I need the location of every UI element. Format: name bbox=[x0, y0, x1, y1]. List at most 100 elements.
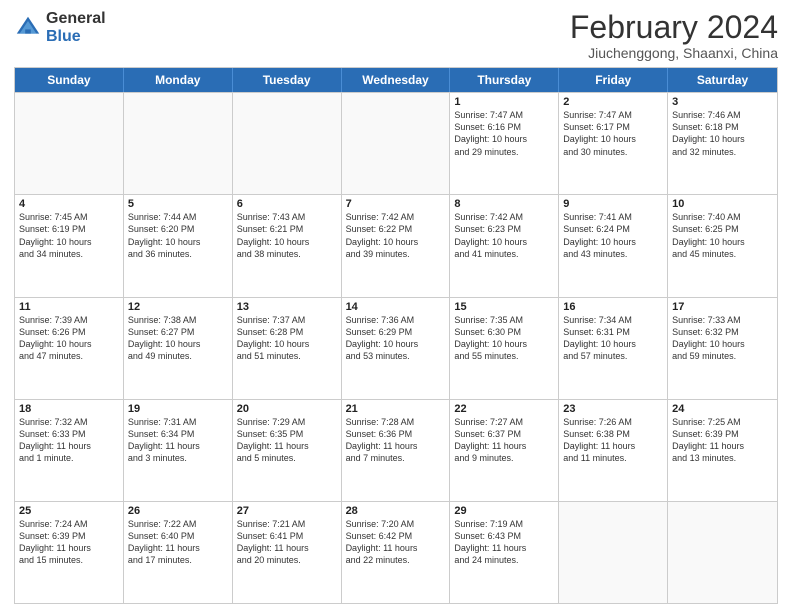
day-header-thursday: Thursday bbox=[450, 68, 559, 92]
cell-info: Sunrise: 7:45 AMSunset: 6:19 PMDaylight:… bbox=[19, 211, 119, 260]
cell-info: Sunrise: 7:47 AMSunset: 6:17 PMDaylight:… bbox=[563, 109, 663, 158]
calendar-cell bbox=[342, 93, 451, 194]
calendar-cell: 19Sunrise: 7:31 AMSunset: 6:34 PMDayligh… bbox=[124, 400, 233, 501]
day-header-tuesday: Tuesday bbox=[233, 68, 342, 92]
cell-info: Sunrise: 7:19 AMSunset: 6:43 PMDaylight:… bbox=[454, 518, 554, 567]
cell-info: Sunrise: 7:39 AMSunset: 6:26 PMDaylight:… bbox=[19, 314, 119, 363]
cell-info: Sunrise: 7:20 AMSunset: 6:42 PMDaylight:… bbox=[346, 518, 446, 567]
page: General Blue February 2024 Jiuchenggong,… bbox=[0, 0, 792, 612]
day-number: 1 bbox=[454, 96, 554, 108]
header: General Blue February 2024 Jiuchenggong,… bbox=[14, 10, 778, 61]
calendar-row-4: 25Sunrise: 7:24 AMSunset: 6:39 PMDayligh… bbox=[15, 501, 777, 603]
calendar-cell bbox=[559, 502, 668, 603]
day-number: 12 bbox=[128, 301, 228, 313]
cell-info: Sunrise: 7:42 AMSunset: 6:23 PMDaylight:… bbox=[454, 211, 554, 260]
day-header-wednesday: Wednesday bbox=[342, 68, 451, 92]
calendar-cell bbox=[124, 93, 233, 194]
calendar-row-1: 4Sunrise: 7:45 AMSunset: 6:19 PMDaylight… bbox=[15, 194, 777, 296]
calendar-cell: 10Sunrise: 7:40 AMSunset: 6:25 PMDayligh… bbox=[668, 195, 777, 296]
day-number: 27 bbox=[237, 505, 337, 517]
calendar: SundayMondayTuesdayWednesdayThursdayFrid… bbox=[14, 67, 778, 604]
cell-info: Sunrise: 7:31 AMSunset: 6:34 PMDaylight:… bbox=[128, 416, 228, 465]
title-block: February 2024 Jiuchenggong, Shaanxi, Chi… bbox=[570, 10, 778, 61]
day-number: 21 bbox=[346, 403, 446, 415]
day-number: 20 bbox=[237, 403, 337, 415]
day-number: 6 bbox=[237, 198, 337, 210]
calendar-cell: 21Sunrise: 7:28 AMSunset: 6:36 PMDayligh… bbox=[342, 400, 451, 501]
calendar-cell: 12Sunrise: 7:38 AMSunset: 6:27 PMDayligh… bbox=[124, 298, 233, 399]
cell-info: Sunrise: 7:21 AMSunset: 6:41 PMDaylight:… bbox=[237, 518, 337, 567]
cell-info: Sunrise: 7:40 AMSunset: 6:25 PMDaylight:… bbox=[672, 211, 773, 260]
cell-info: Sunrise: 7:41 AMSunset: 6:24 PMDaylight:… bbox=[563, 211, 663, 260]
calendar-cell: 20Sunrise: 7:29 AMSunset: 6:35 PMDayligh… bbox=[233, 400, 342, 501]
day-number: 16 bbox=[563, 301, 663, 313]
cell-info: Sunrise: 7:44 AMSunset: 6:20 PMDaylight:… bbox=[128, 211, 228, 260]
day-header-saturday: Saturday bbox=[668, 68, 777, 92]
calendar-cell: 24Sunrise: 7:25 AMSunset: 6:39 PMDayligh… bbox=[668, 400, 777, 501]
day-number: 11 bbox=[19, 301, 119, 313]
day-number: 15 bbox=[454, 301, 554, 313]
cell-info: Sunrise: 7:37 AMSunset: 6:28 PMDaylight:… bbox=[237, 314, 337, 363]
day-number: 22 bbox=[454, 403, 554, 415]
logo-blue-text: Blue bbox=[46, 28, 106, 46]
calendar-cell: 16Sunrise: 7:34 AMSunset: 6:31 PMDayligh… bbox=[559, 298, 668, 399]
calendar-row-3: 18Sunrise: 7:32 AMSunset: 6:33 PMDayligh… bbox=[15, 399, 777, 501]
calendar-cell: 22Sunrise: 7:27 AMSunset: 6:37 PMDayligh… bbox=[450, 400, 559, 501]
day-number: 9 bbox=[563, 198, 663, 210]
calendar-cell: 28Sunrise: 7:20 AMSunset: 6:42 PMDayligh… bbox=[342, 502, 451, 603]
cell-info: Sunrise: 7:32 AMSunset: 6:33 PMDaylight:… bbox=[19, 416, 119, 465]
calendar-cell: 26Sunrise: 7:22 AMSunset: 6:40 PMDayligh… bbox=[124, 502, 233, 603]
cell-info: Sunrise: 7:43 AMSunset: 6:21 PMDaylight:… bbox=[237, 211, 337, 260]
calendar-cell: 2Sunrise: 7:47 AMSunset: 6:17 PMDaylight… bbox=[559, 93, 668, 194]
cell-info: Sunrise: 7:26 AMSunset: 6:38 PMDaylight:… bbox=[563, 416, 663, 465]
calendar-row-2: 11Sunrise: 7:39 AMSunset: 6:26 PMDayligh… bbox=[15, 297, 777, 399]
calendar-cell: 18Sunrise: 7:32 AMSunset: 6:33 PMDayligh… bbox=[15, 400, 124, 501]
calendar-cell: 7Sunrise: 7:42 AMSunset: 6:22 PMDaylight… bbox=[342, 195, 451, 296]
calendar-cell: 1Sunrise: 7:47 AMSunset: 6:16 PMDaylight… bbox=[450, 93, 559, 194]
cell-info: Sunrise: 7:38 AMSunset: 6:27 PMDaylight:… bbox=[128, 314, 228, 363]
calendar-cell: 15Sunrise: 7:35 AMSunset: 6:30 PMDayligh… bbox=[450, 298, 559, 399]
calendar-cell: 3Sunrise: 7:46 AMSunset: 6:18 PMDaylight… bbox=[668, 93, 777, 194]
day-number: 28 bbox=[346, 505, 446, 517]
calendar-cell bbox=[668, 502, 777, 603]
logo-text: General Blue bbox=[46, 10, 106, 45]
calendar-cell: 25Sunrise: 7:24 AMSunset: 6:39 PMDayligh… bbox=[15, 502, 124, 603]
calendar-row-0: 1Sunrise: 7:47 AMSunset: 6:16 PMDaylight… bbox=[15, 92, 777, 194]
logo: General Blue bbox=[14, 10, 106, 45]
day-number: 3 bbox=[672, 96, 773, 108]
calendar-cell: 29Sunrise: 7:19 AMSunset: 6:43 PMDayligh… bbox=[450, 502, 559, 603]
day-number: 25 bbox=[19, 505, 119, 517]
calendar-cell: 14Sunrise: 7:36 AMSunset: 6:29 PMDayligh… bbox=[342, 298, 451, 399]
day-number: 2 bbox=[563, 96, 663, 108]
calendar-cell: 8Sunrise: 7:42 AMSunset: 6:23 PMDaylight… bbox=[450, 195, 559, 296]
cell-info: Sunrise: 7:36 AMSunset: 6:29 PMDaylight:… bbox=[346, 314, 446, 363]
cell-info: Sunrise: 7:27 AMSunset: 6:37 PMDaylight:… bbox=[454, 416, 554, 465]
cell-info: Sunrise: 7:42 AMSunset: 6:22 PMDaylight:… bbox=[346, 211, 446, 260]
day-header-sunday: Sunday bbox=[15, 68, 124, 92]
day-header-monday: Monday bbox=[124, 68, 233, 92]
calendar-header: SundayMondayTuesdayWednesdayThursdayFrid… bbox=[15, 68, 777, 92]
day-number: 24 bbox=[672, 403, 773, 415]
cell-info: Sunrise: 7:47 AMSunset: 6:16 PMDaylight:… bbox=[454, 109, 554, 158]
cell-info: Sunrise: 7:22 AMSunset: 6:40 PMDaylight:… bbox=[128, 518, 228, 567]
calendar-cell: 11Sunrise: 7:39 AMSunset: 6:26 PMDayligh… bbox=[15, 298, 124, 399]
calendar-cell: 17Sunrise: 7:33 AMSunset: 6:32 PMDayligh… bbox=[668, 298, 777, 399]
day-number: 26 bbox=[128, 505, 228, 517]
day-header-friday: Friday bbox=[559, 68, 668, 92]
day-number: 10 bbox=[672, 198, 773, 210]
subtitle: Jiuchenggong, Shaanxi, China bbox=[570, 45, 778, 61]
day-number: 13 bbox=[237, 301, 337, 313]
calendar-cell: 13Sunrise: 7:37 AMSunset: 6:28 PMDayligh… bbox=[233, 298, 342, 399]
calendar-cell: 9Sunrise: 7:41 AMSunset: 6:24 PMDaylight… bbox=[559, 195, 668, 296]
cell-info: Sunrise: 7:24 AMSunset: 6:39 PMDaylight:… bbox=[19, 518, 119, 567]
calendar-cell: 6Sunrise: 7:43 AMSunset: 6:21 PMDaylight… bbox=[233, 195, 342, 296]
day-number: 7 bbox=[346, 198, 446, 210]
calendar-cell: 4Sunrise: 7:45 AMSunset: 6:19 PMDaylight… bbox=[15, 195, 124, 296]
day-number: 14 bbox=[346, 301, 446, 313]
cell-info: Sunrise: 7:34 AMSunset: 6:31 PMDaylight:… bbox=[563, 314, 663, 363]
day-number: 5 bbox=[128, 198, 228, 210]
cell-info: Sunrise: 7:28 AMSunset: 6:36 PMDaylight:… bbox=[346, 416, 446, 465]
cell-info: Sunrise: 7:25 AMSunset: 6:39 PMDaylight:… bbox=[672, 416, 773, 465]
day-number: 17 bbox=[672, 301, 773, 313]
calendar-cell: 5Sunrise: 7:44 AMSunset: 6:20 PMDaylight… bbox=[124, 195, 233, 296]
